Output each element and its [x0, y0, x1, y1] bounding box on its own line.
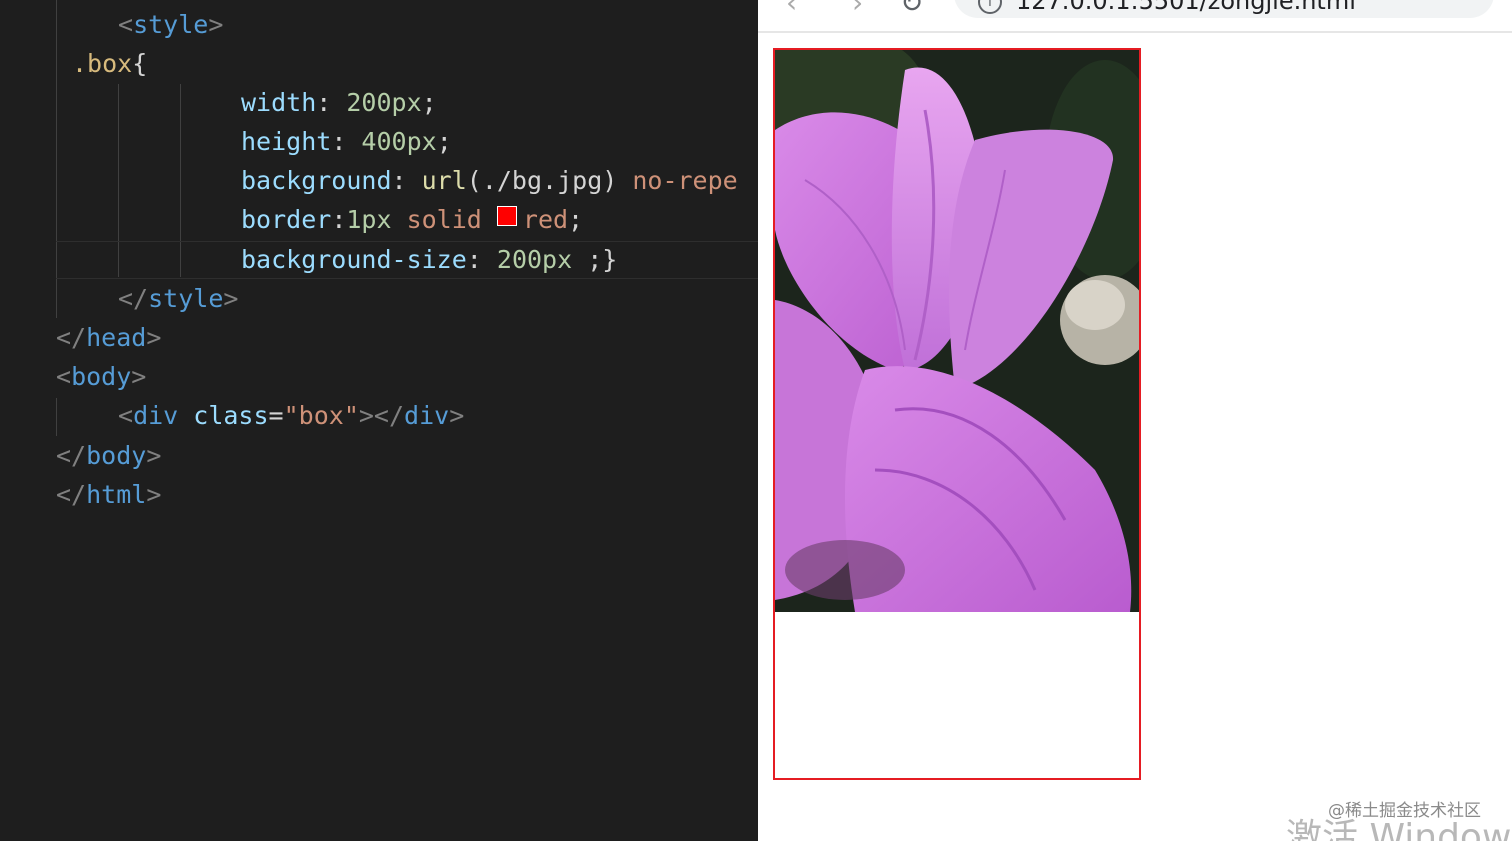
code-token: .box	[72, 49, 133, 78]
code-token: :	[331, 205, 347, 234]
code-token: ></	[358, 401, 405, 430]
code-token: head	[86, 323, 147, 352]
code-token: style	[133, 10, 209, 39]
code-token: =	[268, 401, 284, 430]
code-token: :	[331, 127, 362, 156]
url-text[interactable]: 127.0.0.1:5501/zongjie.html	[1016, 0, 1356, 15]
code-line[interactable]: height: 400px;	[0, 122, 452, 161]
code-line[interactable]: width: 200px;	[0, 83, 437, 122]
code-token: background-size	[241, 245, 467, 274]
code-token: url	[421, 166, 467, 195]
code-token: solid	[391, 205, 497, 234]
code-token: :	[316, 88, 347, 117]
browser-toolbar: ‹ › ↻ i 127.0.0.1:5501/zongjie.html	[758, 0, 1512, 33]
flower-background-image	[775, 50, 1139, 612]
code-line[interactable]: <body>	[0, 357, 146, 396]
code-line[interactable]: border:1px solid red;	[0, 200, 583, 239]
code-token: "box"	[283, 401, 359, 430]
code-token: 1px	[346, 205, 392, 234]
code-token: div	[404, 401, 450, 430]
code-token: body	[71, 362, 132, 391]
code-token: </	[56, 480, 87, 509]
code-token: width	[241, 88, 317, 117]
code-token: background	[241, 166, 392, 195]
code-token: </	[118, 284, 149, 313]
code-token: html	[86, 480, 147, 509]
code-line[interactable]: </html>	[0, 475, 161, 514]
code-token: </	[56, 441, 87, 470]
code-token: ;	[568, 205, 584, 234]
code-token: >	[208, 10, 224, 39]
code-token: 200px	[496, 245, 573, 274]
code-line[interactable]: <div class="box"></div>	[0, 396, 464, 435]
code-token: >	[223, 284, 239, 313]
code-token: div	[133, 401, 179, 430]
code-line[interactable]: background: url(./bg.jpg) no-repe	[0, 161, 738, 200]
forward-arrow-icon[interactable]: ›	[852, 0, 863, 19]
reload-icon[interactable]: ↻	[900, 0, 923, 19]
code-token: ;	[436, 127, 452, 156]
code-line[interactable]: </style>	[0, 279, 238, 318]
code-token: ;}	[572, 245, 618, 274]
code-token: (./bg.jpg)	[466, 166, 618, 195]
code-token: {	[132, 49, 148, 78]
code-token: border	[241, 205, 332, 234]
code-token: 400px	[361, 127, 437, 156]
activate-windows-text: 激活 Windows	[1286, 817, 1512, 841]
code-token: 200px	[346, 88, 422, 117]
browser-window: ‹ › ↻ i 127.0.0.1:5501/zongjie.html @稀土掘…	[758, 0, 1512, 841]
code-token: >	[146, 480, 162, 509]
demo-box	[773, 48, 1141, 780]
code-token: :	[391, 166, 422, 195]
code-token: no-repe	[617, 166, 738, 195]
code-line[interactable]: <style>	[0, 5, 223, 44]
code-token: class	[193, 401, 269, 430]
code-line[interactable]: .box{	[0, 44, 147, 83]
back-arrow-icon[interactable]: ‹	[786, 0, 797, 19]
code-token: >	[131, 362, 147, 391]
code-token: red	[522, 205, 569, 234]
code-token: >	[146, 441, 162, 470]
code-token: <	[118, 10, 134, 39]
code-token: :	[466, 245, 497, 274]
code-token: <	[56, 362, 72, 391]
color-swatch-icon[interactable]	[496, 206, 517, 226]
code-line[interactable]: background-size: 200px ;}	[0, 240, 617, 279]
code-token: body	[86, 441, 147, 470]
code-token: <	[118, 401, 134, 430]
code-token: >	[449, 401, 465, 430]
code-editor[interactable]: <style> .box{ width: 200px; height: 400p…	[0, 0, 758, 841]
code-token: height	[241, 127, 332, 156]
code-token: ;	[421, 88, 437, 117]
code-line[interactable]: </body>	[0, 436, 161, 475]
code-token: >	[146, 323, 162, 352]
code-token: </	[56, 323, 87, 352]
code-token: style	[148, 284, 224, 313]
code-line[interactable]: </head>	[0, 318, 161, 357]
